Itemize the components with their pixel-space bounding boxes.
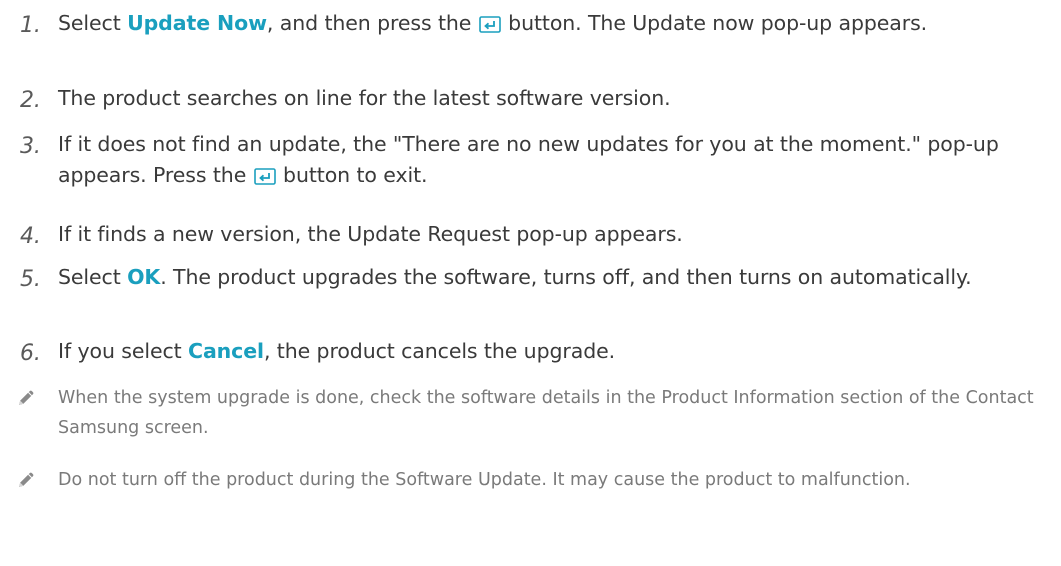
- step-5: 5. Select OK. The product upgrades the s…: [0, 262, 1061, 293]
- note-1: When the system upgrade is done, check t…: [0, 383, 1061, 443]
- pencil-note-icon: [16, 388, 36, 418]
- step-4: 4. If it finds a new version, the Update…: [0, 219, 1061, 250]
- step-text: . The product upgrades the software, tur…: [160, 265, 972, 289]
- enter-button-icon: [253, 163, 276, 194]
- step-number: 1.: [20, 13, 41, 38]
- step-text: , and then press the: [266, 11, 478, 35]
- step-text: Select: [58, 265, 128, 289]
- note-text: When the system upgrade is done, check t…: [58, 388, 1034, 438]
- cancel-highlight: Cancel: [188, 339, 264, 363]
- step-6: 6. If you select Cancel, the product can…: [0, 336, 1061, 367]
- step-text: If you select: [58, 339, 188, 363]
- step-text: , the product cancels the upgrade.: [263, 339, 616, 363]
- note-2: Do not turn off the product during the S…: [0, 465, 1061, 495]
- step-number: 3.: [20, 134, 41, 159]
- step-number: 2.: [20, 88, 41, 113]
- step-text: The product searches on line for the lat…: [58, 86, 671, 110]
- step-text: Select: [58, 11, 128, 35]
- step-number: 6.: [20, 341, 41, 366]
- step-number: 4.: [20, 224, 41, 249]
- ok-highlight: OK: [127, 265, 161, 289]
- step-2: 2. The product searches on line for the …: [0, 83, 1061, 114]
- pencil-note-icon: [16, 470, 36, 500]
- enter-button-icon: [478, 11, 501, 42]
- step-text: button. The Update now pop-up appears.: [501, 11, 928, 35]
- update-now-highlight: Update Now: [127, 11, 267, 35]
- step-1: 1. Select Update Now, and then press the…: [0, 8, 1061, 42]
- step-text: button to exit.: [276, 163, 428, 187]
- step-3: 3. If it does not find an update, the "T…: [0, 129, 1061, 194]
- step-text: If it does not find an update, the "Ther…: [58, 132, 999, 187]
- step-number: 5.: [20, 267, 41, 292]
- step-text: If it finds a new version, the Update Re…: [58, 222, 683, 246]
- note-text: Do not turn off the product during the S…: [58, 470, 911, 490]
